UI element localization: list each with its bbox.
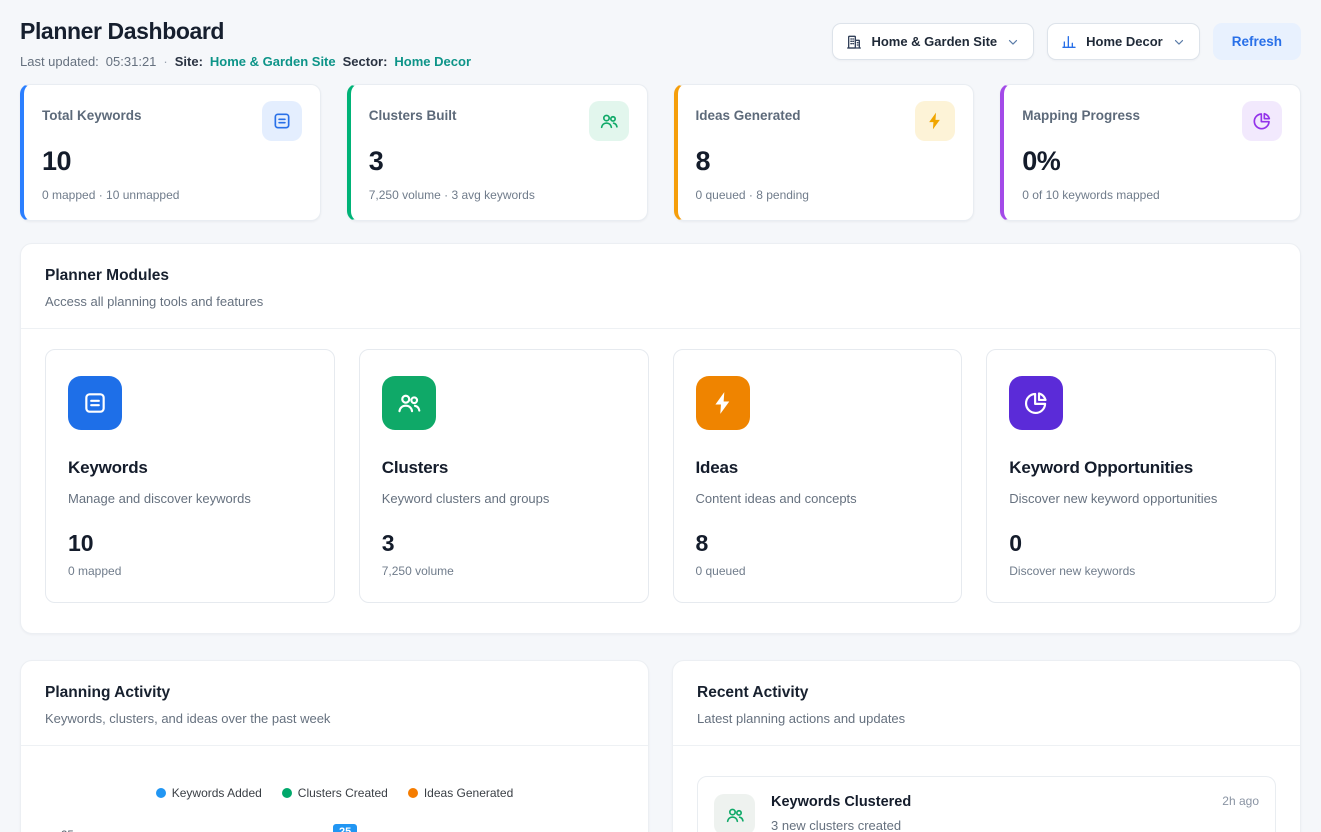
- modules-title: Planner Modules: [45, 267, 1276, 285]
- legend-dot: [156, 788, 166, 798]
- module-title: Keywords: [68, 458, 312, 478]
- bottom-row: Planning Activity Keywords, clusters, an…: [20, 660, 1301, 832]
- bar-chart-icon: [1061, 34, 1077, 50]
- module-card-keywords[interactable]: Keywords Manage and discover keywords 10…: [45, 349, 335, 603]
- stat-label: Clusters Built: [369, 108, 457, 123]
- sector-label: Sector:: [343, 54, 388, 69]
- activity-list-item: Keywords Clustered 3 new clusters create…: [697, 776, 1276, 832]
- planning-activity-subtitle: Keywords, clusters, and ideas over the p…: [45, 711, 624, 726]
- module-title: Ideas: [696, 458, 940, 478]
- legend-label: Clusters Created: [298, 786, 388, 800]
- stat-label: Mapping Progress: [1022, 108, 1140, 123]
- topbar: Planner Dashboard Last updated: 05:31:21…: [20, 18, 1301, 69]
- site-label: Site:: [175, 54, 203, 69]
- document-lines-icon: [68, 376, 122, 430]
- stat-caption: 0 of 10 keywords mapped: [1022, 188, 1282, 202]
- stat-caption: 0 queued · 8 pending: [696, 188, 956, 202]
- site-selector-dropdown[interactable]: Home & Garden Site: [832, 23, 1034, 60]
- sector-selector-value: Home Decor: [1086, 34, 1163, 49]
- module-description: Keyword clusters and groups: [382, 491, 626, 506]
- keywords-added-series: [89, 814, 636, 832]
- stat-value: 8: [696, 146, 956, 177]
- modules-grid: Keywords Manage and discover keywords 10…: [21, 329, 1300, 633]
- topbar-left: Planner Dashboard Last updated: 05:31:21…: [20, 18, 471, 69]
- module-description: Content ideas and concepts: [696, 491, 940, 506]
- topbar-controls: Home & Garden Site Home Decor Refresh: [832, 23, 1301, 60]
- activity-item-title: Keywords Clustered: [771, 794, 911, 810]
- area-chart: 25 25 24: [41, 814, 628, 832]
- planning-activity-panel: Planning Activity Keywords, clusters, an…: [20, 660, 649, 832]
- building-icon: [846, 34, 862, 50]
- pie-chart-icon: [1242, 101, 1282, 141]
- module-caption: 0 mapped: [68, 564, 312, 578]
- users-icon: [382, 376, 436, 430]
- module-card-keyword-opportunities[interactable]: Keyword Opportunities Discover new keywo…: [986, 349, 1276, 603]
- legend-label: Ideas Generated: [424, 786, 513, 800]
- meta-separator: ·: [163, 54, 167, 69]
- module-value: 0: [1009, 530, 1253, 557]
- module-description: Discover new keyword opportunities: [1009, 491, 1253, 506]
- sector-selector-dropdown[interactable]: Home Decor: [1047, 23, 1200, 60]
- module-value: 8: [696, 530, 940, 557]
- stat-card-clusters-built: Clusters Built 3 7,250 volume · 3 avg ke…: [347, 84, 648, 221]
- lightning-icon: [915, 101, 955, 141]
- planner-modules-panel: Planner Modules Access all planning tool…: [20, 243, 1301, 634]
- module-caption: Discover new keywords: [1009, 564, 1253, 578]
- chevron-down-icon: [1172, 35, 1186, 49]
- stats-row: Total Keywords 10 0 mapped · 10 unmapped…: [20, 84, 1301, 221]
- last-updated-value: 05:31:21: [106, 54, 157, 69]
- legend-label: Keywords Added: [172, 786, 262, 800]
- recent-activity-subtitle: Latest planning actions and updates: [697, 711, 1276, 726]
- legend-dot: [408, 788, 418, 798]
- activity-item-time: 2h ago: [1222, 794, 1259, 808]
- site-selector-value: Home & Garden Site: [871, 34, 997, 49]
- stat-card-total-keywords: Total Keywords 10 0 mapped · 10 unmapped: [20, 84, 321, 221]
- data-point-label: 25: [331, 822, 359, 832]
- chart-legend: Keywords Added Clusters Created Ideas Ge…: [41, 786, 628, 800]
- modules-subtitle: Access all planning tools and features: [45, 294, 1276, 309]
- stat-value: 3: [369, 146, 629, 177]
- module-card-ideas[interactable]: Ideas Content ideas and concepts 8 0 que…: [673, 349, 963, 603]
- stat-card-ideas-generated: Ideas Generated 8 0 queued · 8 pending: [674, 84, 975, 221]
- module-value: 10: [68, 530, 312, 557]
- module-caption: 0 queued: [696, 564, 940, 578]
- pie-chart-icon: [1009, 376, 1063, 430]
- planner-dashboard-page: Planner Dashboard Last updated: 05:31:21…: [0, 0, 1321, 832]
- meta-row: Last updated: 05:31:21 · Site: Home & Ga…: [20, 54, 471, 69]
- document-lines-icon: [262, 101, 302, 141]
- stat-caption: 7,250 volume · 3 avg keywords: [369, 188, 629, 202]
- stat-value: 10: [42, 146, 302, 177]
- activity-item-description: 3 new clusters created: [771, 818, 911, 832]
- stat-label: Total Keywords: [42, 108, 142, 123]
- module-value: 3: [382, 530, 626, 557]
- legend-item-ideas-generated: Ideas Generated: [408, 786, 513, 800]
- module-card-clusters[interactable]: Clusters Keyword clusters and groups 3 7…: [359, 349, 649, 603]
- legend-item-keywords-added: Keywords Added: [156, 786, 262, 800]
- stat-label: Ideas Generated: [696, 108, 801, 123]
- module-caption: 7,250 volume: [382, 564, 626, 578]
- recent-activity-title: Recent Activity: [697, 684, 1276, 702]
- divider: [21, 745, 648, 746]
- module-title: Clusters: [382, 458, 626, 478]
- sector-link[interactable]: Home Decor: [394, 54, 471, 69]
- module-title: Keyword Opportunities: [1009, 458, 1253, 478]
- users-icon: [589, 101, 629, 141]
- users-icon: [714, 794, 755, 832]
- stat-caption: 0 mapped · 10 unmapped: [42, 188, 302, 202]
- site-link[interactable]: Home & Garden Site: [210, 54, 336, 69]
- refresh-button[interactable]: Refresh: [1213, 23, 1301, 60]
- legend-dot: [282, 788, 292, 798]
- recent-activity-panel: Recent Activity Latest planning actions …: [672, 660, 1301, 832]
- module-description: Manage and discover keywords: [68, 491, 312, 506]
- legend-item-clusters-created: Clusters Created: [282, 786, 388, 800]
- lightning-icon: [696, 376, 750, 430]
- stat-value: 0%: [1022, 146, 1282, 177]
- page-title: Planner Dashboard: [20, 18, 471, 45]
- planning-activity-title: Planning Activity: [45, 684, 624, 702]
- stat-card-mapping-progress: Mapping Progress 0% 0 of 10 keywords map…: [1000, 84, 1301, 221]
- last-updated-label: Last updated:: [20, 54, 99, 69]
- chevron-down-icon: [1006, 35, 1020, 49]
